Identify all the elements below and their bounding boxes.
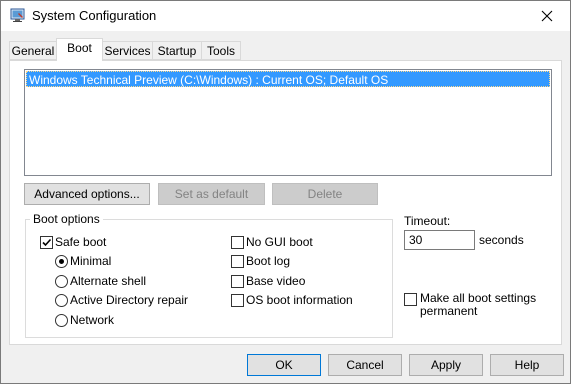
minimal-label: Minimal bbox=[70, 254, 112, 268]
alternate-shell-label: Alternate shell bbox=[70, 274, 147, 288]
boot-options-title: Boot options bbox=[30, 212, 103, 226]
tab-boot[interactable]: Boot bbox=[56, 38, 103, 61]
safe-boot-checkbox[interactable] bbox=[40, 236, 53, 249]
tab-startup-label: Startup bbox=[157, 44, 197, 58]
minimal-radio[interactable] bbox=[55, 255, 68, 268]
active-directory-repair-label: Active Directory repair bbox=[70, 293, 189, 307]
tab-boot-label: Boot bbox=[67, 41, 92, 55]
apply-button[interactable]: Apply bbox=[409, 354, 483, 376]
timeout-unit-label: seconds bbox=[479, 233, 524, 247]
timeout-label: Timeout: bbox=[404, 214, 451, 228]
close-button[interactable] bbox=[524, 1, 570, 31]
no-gui-boot-label: No GUI boot bbox=[246, 235, 313, 249]
make-permanent-label-line2: permanent bbox=[420, 304, 478, 318]
window-title: System Configuration bbox=[32, 8, 157, 23]
tab-services[interactable]: Services bbox=[102, 41, 153, 60]
safe-boot-label: Safe boot bbox=[55, 235, 107, 249]
alternate-shell-radio[interactable] bbox=[55, 275, 68, 288]
cancel-button[interactable]: Cancel bbox=[328, 354, 402, 376]
advanced-options-button[interactable]: Advanced options... bbox=[24, 183, 150, 205]
network-radio[interactable] bbox=[55, 314, 68, 327]
title-bar: System Configuration bbox=[1, 1, 570, 31]
make-permanent-label-line1: Make all boot settings bbox=[420, 291, 537, 305]
tab-startup[interactable]: Startup bbox=[152, 41, 202, 60]
boot-log-checkbox[interactable] bbox=[231, 255, 244, 268]
system-configuration-window: System Configuration General Boot Servic… bbox=[0, 0, 571, 384]
msconfig-app-icon bbox=[10, 7, 26, 23]
no-gui-boot-checkbox[interactable] bbox=[231, 236, 244, 249]
make-permanent-checkbox[interactable] bbox=[404, 293, 417, 306]
os-list[interactable]: Windows Technical Preview (C:\Windows) :… bbox=[24, 69, 552, 176]
delete-button[interactable]: Delete bbox=[272, 183, 378, 205]
os-boot-information-label: OS boot information bbox=[246, 293, 353, 307]
close-icon bbox=[541, 10, 553, 22]
make-permanent-label: Make all boot settings permanent bbox=[420, 292, 536, 318]
boot-log-label: Boot log bbox=[246, 254, 291, 268]
os-boot-information-checkbox[interactable] bbox=[231, 294, 244, 307]
network-label: Network bbox=[70, 313, 115, 327]
tab-tools[interactable]: Tools bbox=[201, 41, 241, 60]
set-as-default-button[interactable]: Set as default bbox=[158, 183, 265, 205]
timeout-input[interactable]: 30 bbox=[404, 230, 475, 250]
active-directory-repair-radio[interactable] bbox=[55, 294, 68, 307]
help-button[interactable]: Help bbox=[490, 354, 564, 376]
tab-general-label: General bbox=[11, 44, 55, 58]
tab-general[interactable]: General bbox=[9, 41, 57, 60]
tab-services-label: Services bbox=[104, 44, 151, 58]
tab-tools-label: Tools bbox=[206, 44, 235, 58]
checkmark-icon bbox=[42, 238, 52, 247]
base-video-label: Base video bbox=[246, 274, 306, 288]
os-list-item[interactable]: Windows Technical Preview (C:\Windows) :… bbox=[26, 71, 550, 87]
base-video-checkbox[interactable] bbox=[231, 275, 244, 288]
ok-button[interactable]: OK bbox=[247, 354, 321, 376]
boot-tab-panel: Windows Technical Preview (C:\Windows) :… bbox=[9, 60, 562, 345]
